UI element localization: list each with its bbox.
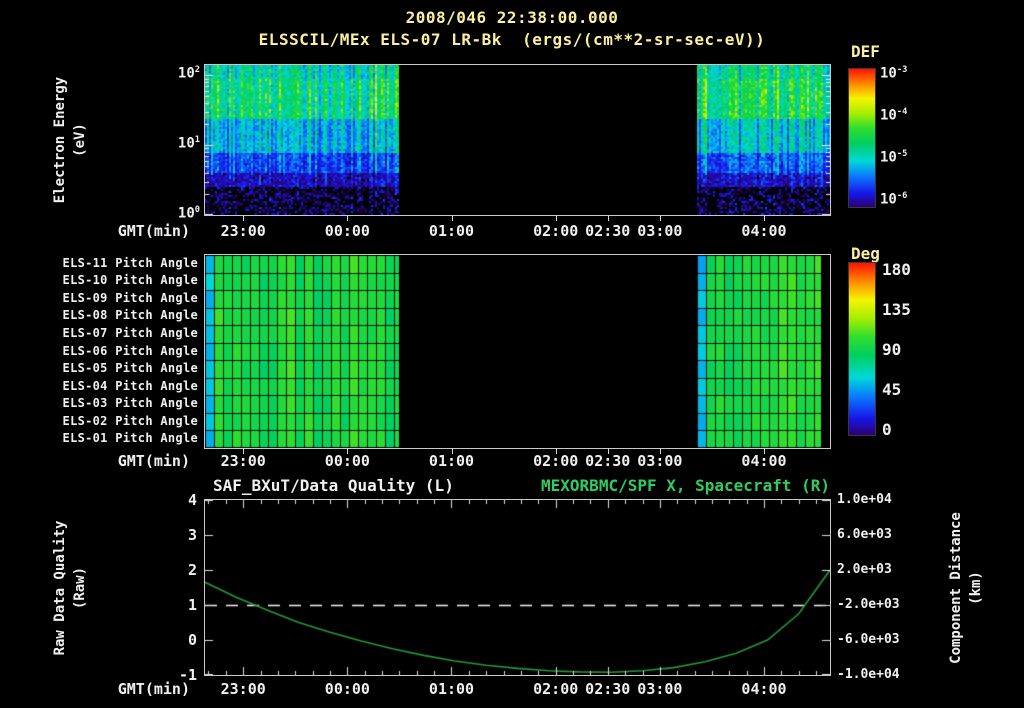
deg-colorbar-title: Deg — [851, 244, 880, 263]
quality-tick-label: 4 — [153, 491, 197, 509]
spectrogram-y-axis-unit: (eV) — [70, 77, 90, 203]
distance-y-axis-label-text: Component Distance — [946, 512, 966, 664]
spectrogram-y-axis-label-text: Electron Energy — [50, 77, 70, 203]
time-tick-label: 23:00 — [211, 222, 275, 240]
time-tick-label: 00:00 — [315, 452, 379, 470]
quality-tick-label: 2 — [153, 561, 197, 579]
time-tick-label: 01:00 — [420, 680, 484, 698]
x-tick-mark — [556, 449, 557, 454]
def-tick-label: 10-4 — [880, 107, 907, 124]
pitch-row-label: ELS-10 Pitch Angle — [28, 273, 198, 287]
pitch-row-label: ELS-02 Pitch Angle — [28, 414, 198, 428]
pitch-row-label: ELS-06 Pitch Angle — [28, 344, 198, 358]
pitch-row-label: ELS-05 Pitch Angle — [28, 361, 198, 375]
energy-tick-label: 100 — [150, 205, 200, 222]
def-tick-label: 10-3 — [880, 65, 907, 82]
x-tick-mark — [452, 449, 453, 454]
pitch-row-label: ELS-03 Pitch Angle — [28, 396, 198, 410]
x-tick-mark — [347, 449, 348, 454]
time-tick-label: 03:00 — [628, 452, 692, 470]
pitch-row-label: ELS-11 Pitch Angle — [28, 256, 198, 270]
quality-tick-label: -1 — [153, 666, 197, 684]
deg-tick-label: 45 — [882, 380, 901, 399]
distance-tick-label: 2.0e+03 — [837, 562, 892, 577]
x-tick-mark — [608, 216, 609, 221]
pitch-row-label: ELS-01 Pitch Angle — [28, 431, 198, 445]
x-tick-mark — [556, 216, 557, 221]
x-tick-mark — [452, 216, 453, 221]
time-tick-label: 03:00 — [628, 680, 692, 698]
time-tick-label: 00:00 — [315, 222, 379, 240]
deg-tick-label: 0 — [882, 420, 892, 439]
distance-tick-label: -6.0e+03 — [837, 632, 900, 647]
cdaweb-plot-screen: 2008/046 22:38:00.000 ELSSCIL/MEx ELS-07… — [0, 0, 1024, 708]
time-tick-label: 23:00 — [211, 680, 275, 698]
pitch-row-label: ELS-04 Pitch Angle — [28, 379, 198, 393]
energy-tick-label: 101 — [150, 135, 200, 152]
x-tick-mark — [660, 216, 661, 221]
x-tick-mark — [243, 449, 244, 454]
time-tick-label: 04:00 — [732, 222, 796, 240]
time-tick-label: 23:00 — [211, 452, 275, 470]
x-tick-mark — [243, 216, 244, 221]
time-tick-label: 01:00 — [420, 222, 484, 240]
quality-y-axis-label: Raw Data Quality (Raw) — [50, 521, 90, 656]
energy-tick-label: 102 — [150, 65, 200, 82]
time-tick-label: 00:00 — [315, 680, 379, 698]
distance-y-axis-label: Component Distance (km) — [946, 512, 986, 664]
distance-tick-label: 6.0e+03 — [837, 527, 892, 542]
time-tick-label: 04:00 — [732, 452, 796, 470]
time-tick-label: 04:00 — [732, 680, 796, 698]
pitch-row-label: ELS-07 Pitch Angle — [28, 326, 198, 340]
def-tick-label: 10-5 — [880, 149, 907, 166]
quality-position-plot-canvas — [204, 499, 831, 676]
x-tick-mark — [608, 449, 609, 454]
bottom-left-title: SAF_BXuT/Data Quality (L) — [213, 476, 454, 495]
x-tick-mark — [764, 449, 765, 454]
def-colorbar-title: DEF — [851, 42, 880, 61]
deg-tick-label: 180 — [882, 260, 911, 279]
x-tick-mark — [764, 216, 765, 221]
quality-tick-label: 3 — [153, 526, 197, 544]
def-colorbar — [848, 68, 876, 208]
quality-tick-label: 1 — [153, 596, 197, 614]
distance-tick-label: -2.0e+03 — [837, 597, 900, 612]
x-tick-mark — [660, 449, 661, 454]
quality-y-axis-label-text: Raw Data Quality — [50, 521, 70, 656]
spectrogram-y-axis-label: Electron Energy (eV) — [50, 77, 90, 203]
quality-y-axis-unit: (Raw) — [70, 521, 90, 656]
deg-tick-label: 135 — [882, 300, 911, 319]
bottom-right-title: MEXORBMC/SPF X, Spacecraft (R) — [420, 476, 830, 495]
gmt-axis-label-2: GMT(min) — [101, 452, 190, 470]
deg-colorbar — [848, 262, 876, 436]
distance-y-axis-unit: (km) — [966, 512, 986, 664]
gmt-axis-label-1: GMT(min) — [101, 222, 190, 240]
pitch-row-label: ELS-08 Pitch Angle — [28, 308, 198, 322]
page-title: 2008/046 22:38:00.000 — [0, 8, 1024, 27]
time-tick-label: 03:00 — [628, 222, 692, 240]
quality-tick-label: 0 — [153, 631, 197, 649]
pitch-angle-canvas — [204, 254, 831, 449]
time-tick-label: 01:00 — [420, 452, 484, 470]
distance-tick-label: -1.0e+04 — [837, 667, 900, 682]
electron-energy-spectrogram-canvas — [204, 64, 831, 216]
pitch-row-label: ELS-09 Pitch Angle — [28, 291, 198, 305]
def-tick-label: 10-6 — [880, 191, 907, 208]
x-tick-mark — [347, 216, 348, 221]
deg-tick-label: 90 — [882, 340, 901, 359]
distance-tick-label: 1.0e+04 — [837, 492, 892, 507]
